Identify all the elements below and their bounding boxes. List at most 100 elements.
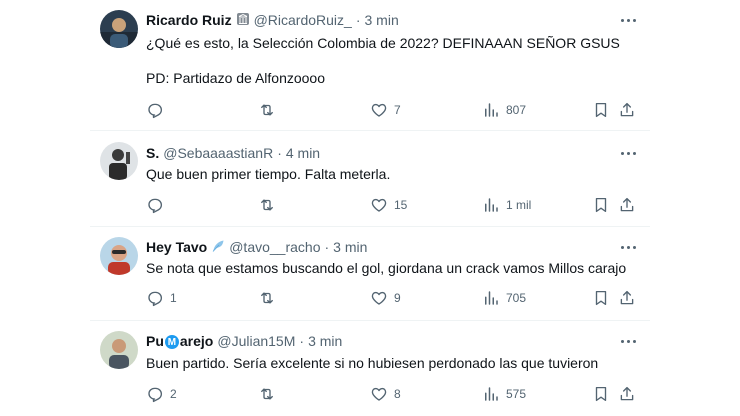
display-name[interactable]: Pu Marejo	[146, 333, 213, 350]
user-handle[interactable]: @Julian15M	[217, 333, 295, 349]
retweet-icon	[258, 101, 276, 119]
tweet-item[interactable]: Hey Tavo @tavo__racho · 3 min Se nota qu…	[90, 227, 650, 321]
tweet-header: Hey Tavo @tavo__racho · 3 min	[146, 237, 367, 257]
separator: ·	[277, 145, 282, 161]
tweet-text: ¿Qué es esto, la Selección Colombia de 2…	[146, 35, 620, 51]
share-button[interactable]	[618, 99, 636, 121]
tweet-item[interactable]: Pu Marejo @Julian15M · 3 min Buen partido…	[90, 321, 650, 416]
views-icon	[482, 385, 500, 403]
share-button[interactable]	[618, 287, 636, 309]
more-icon[interactable]	[618, 240, 638, 254]
tweet-header: Ricardo Ruiz @RicardoRuiz_ · 3 min	[146, 10, 399, 30]
avatar[interactable]	[100, 237, 138, 275]
timestamp[interactable]: 4 min	[286, 145, 320, 161]
views-icon	[482, 196, 500, 214]
like-button[interactable]: 15	[370, 194, 407, 216]
like-count: 7	[394, 103, 401, 117]
display-name[interactable]: Ricardo Ruiz	[146, 12, 232, 28]
more-icon[interactable]	[618, 334, 638, 348]
tweet-item[interactable]: S. @SebaaaastianR · 4 min Que buen prime…	[90, 131, 650, 227]
display-name[interactable]: Hey Tavo	[146, 239, 207, 255]
timestamp[interactable]: 3 min	[333, 239, 367, 255]
user-handle[interactable]: @tavo__racho	[229, 239, 320, 255]
building-badge-icon	[236, 12, 250, 29]
display-name[interactable]: S.	[146, 145, 159, 161]
views-button[interactable]: 705	[482, 287, 526, 309]
reply-button[interactable]: 1	[146, 287, 177, 309]
view-count: 575	[506, 387, 527, 401]
like-icon	[370, 101, 388, 119]
like-button[interactable]: 9	[370, 287, 401, 309]
tweet-actions: 1 9 705	[138, 287, 638, 309]
like-icon	[370, 289, 388, 307]
separator: ·	[324, 239, 330, 255]
retweet-button[interactable]	[258, 383, 282, 405]
views-icon	[482, 289, 500, 307]
like-count: 15	[394, 198, 408, 212]
bookmark-icon	[592, 289, 610, 307]
avatar[interactable]	[100, 10, 138, 48]
tweet-text-line-2: PD: Partidazo de Alfonzoooo	[146, 70, 326, 86]
share-button[interactable]	[618, 194, 636, 216]
separator: ·	[299, 333, 305, 349]
more-icon[interactable]	[618, 146, 638, 160]
tweet-actions: 2 8 575	[138, 383, 638, 405]
bookmark-icon	[592, 196, 610, 214]
bookmark-button[interactable]	[592, 287, 610, 309]
reply-feed: Ricardo Ruiz @RicardoRuiz_ · 3 min ¿Qué …	[90, 0, 650, 416]
feather-badge-icon	[211, 239, 225, 256]
timestamp[interactable]: 3 min	[308, 333, 342, 349]
retweet-icon	[258, 385, 276, 403]
more-icon[interactable]	[618, 13, 638, 27]
reply-count: 1	[170, 291, 177, 305]
bookmark-button[interactable]	[592, 99, 610, 121]
views-button[interactable]: 807	[482, 99, 526, 121]
reply-button[interactable]	[146, 194, 170, 216]
like-icon	[370, 196, 388, 214]
view-count: 1 mil	[506, 198, 532, 212]
share-icon	[618, 289, 636, 307]
reply-icon	[146, 101, 164, 119]
separator: ·	[355, 12, 361, 28]
share-icon	[618, 385, 636, 403]
views-button[interactable]: 1 mil	[482, 194, 531, 216]
tweet-header: Pu Marejo @Julian15M · 3 min	[146, 331, 342, 351]
bookmark-button[interactable]	[592, 194, 610, 216]
user-handle[interactable]: @RicardoRuiz_	[254, 12, 352, 28]
tweet-text: Que buen primer tiempo. Falta meterla.	[146, 166, 391, 182]
tweet-item[interactable]: Ricardo Ruiz @RicardoRuiz_ · 3 min ¿Qué …	[90, 0, 650, 131]
like-icon	[370, 385, 388, 403]
retweet-button[interactable]	[258, 287, 282, 309]
avatar[interactable]	[100, 142, 138, 180]
share-icon	[618, 196, 636, 214]
views-button[interactable]: 575	[482, 383, 526, 405]
retweet-button[interactable]	[258, 99, 282, 121]
user-handle[interactable]: @SebaaaastianR	[163, 145, 273, 161]
view-count: 705	[506, 291, 527, 305]
bookmark-button[interactable]	[592, 383, 610, 405]
timestamp[interactable]: 3 min	[365, 12, 399, 28]
bookmark-icon	[592, 385, 610, 403]
like-count: 8	[394, 387, 401, 401]
views-icon	[482, 101, 500, 119]
avatar[interactable]	[100, 331, 138, 369]
tweet-text: Se nota que estamos buscando el gol, gio…	[146, 260, 627, 276]
reply-icon	[146, 385, 164, 403]
reply-button[interactable]	[146, 99, 170, 121]
view-count: 807	[506, 103, 527, 117]
tweet-text: Buen partido. Sería excelente si no hubi…	[146, 355, 599, 371]
like-button[interactable]: 7	[370, 99, 401, 121]
retweet-icon	[258, 196, 276, 214]
reply-button[interactable]: 2	[146, 383, 177, 405]
retweet-icon	[258, 289, 276, 307]
reply-icon	[146, 196, 164, 214]
retweet-button[interactable]	[258, 194, 282, 216]
bookmark-icon	[592, 101, 610, 119]
like-button[interactable]: 8	[370, 383, 401, 405]
tweet-header: S. @SebaaaastianR · 4 min	[146, 143, 320, 163]
like-count: 9	[394, 291, 401, 305]
share-icon	[618, 101, 636, 119]
share-button[interactable]	[618, 383, 636, 405]
tweet-actions: 15 1 mil	[138, 194, 638, 216]
m-badge-icon: M	[164, 335, 179, 350]
